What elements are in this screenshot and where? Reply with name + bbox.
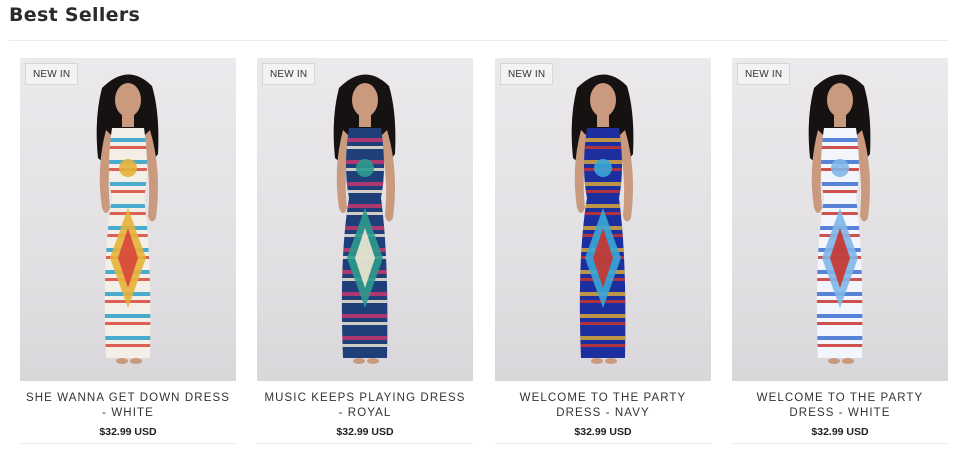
product-price: $32.99 USD <box>99 426 157 438</box>
new-in-badge: NEW IN <box>262 63 316 85</box>
product-name[interactable]: SHE WANNA GET DOWN DRESS - WHITE <box>20 391 236 421</box>
product-card[interactable]: NEW IN WELCOME TO THE PARTY DRESS - WHIT… <box>732 58 948 444</box>
product-price: $32.99 USD <box>336 426 394 438</box>
model-figure <box>808 74 871 364</box>
product-grid: NEW IN SHE WANNA GET DOWN DRESS - WHITE … <box>0 0 958 451</box>
product-card[interactable]: NEW IN MUSIC KEEPS PLAYING DRESS - ROYAL… <box>257 58 473 444</box>
best-sellers-page: Best Sellers NEW IN SHE WANNA GET DOWN D… <box>0 0 958 451</box>
product-image[interactable]: NEW IN <box>20 58 236 381</box>
card-divider <box>495 443 711 444</box>
product-card[interactable]: NEW IN SHE WANNA GET DOWN DRESS - WHITE … <box>20 58 236 444</box>
product-image[interactable]: NEW IN <box>257 58 473 381</box>
new-in-badge: NEW IN <box>737 63 791 85</box>
model-figure <box>96 74 159 364</box>
product-image[interactable]: NEW IN <box>732 58 948 381</box>
card-divider <box>20 443 236 444</box>
new-in-badge: NEW IN <box>500 63 554 85</box>
card-divider <box>732 443 948 444</box>
product-name[interactable]: MUSIC KEEPS PLAYING DRESS - ROYAL <box>257 391 473 421</box>
model-figure <box>571 74 634 364</box>
model-figure <box>333 74 396 364</box>
product-image[interactable]: NEW IN <box>495 58 711 381</box>
product-price: $32.99 USD <box>574 426 632 438</box>
card-divider <box>257 443 473 444</box>
product-name[interactable]: WELCOME TO THE PARTY DRESS - WHITE <box>732 391 948 421</box>
product-name[interactable]: WELCOME TO THE PARTY DRESS - NAVY <box>495 391 711 421</box>
product-card[interactable]: NEW IN WELCOME TO THE PARTY DRESS - NAVY… <box>495 58 711 444</box>
new-in-badge: NEW IN <box>25 63 79 85</box>
product-price: $32.99 USD <box>811 426 869 438</box>
